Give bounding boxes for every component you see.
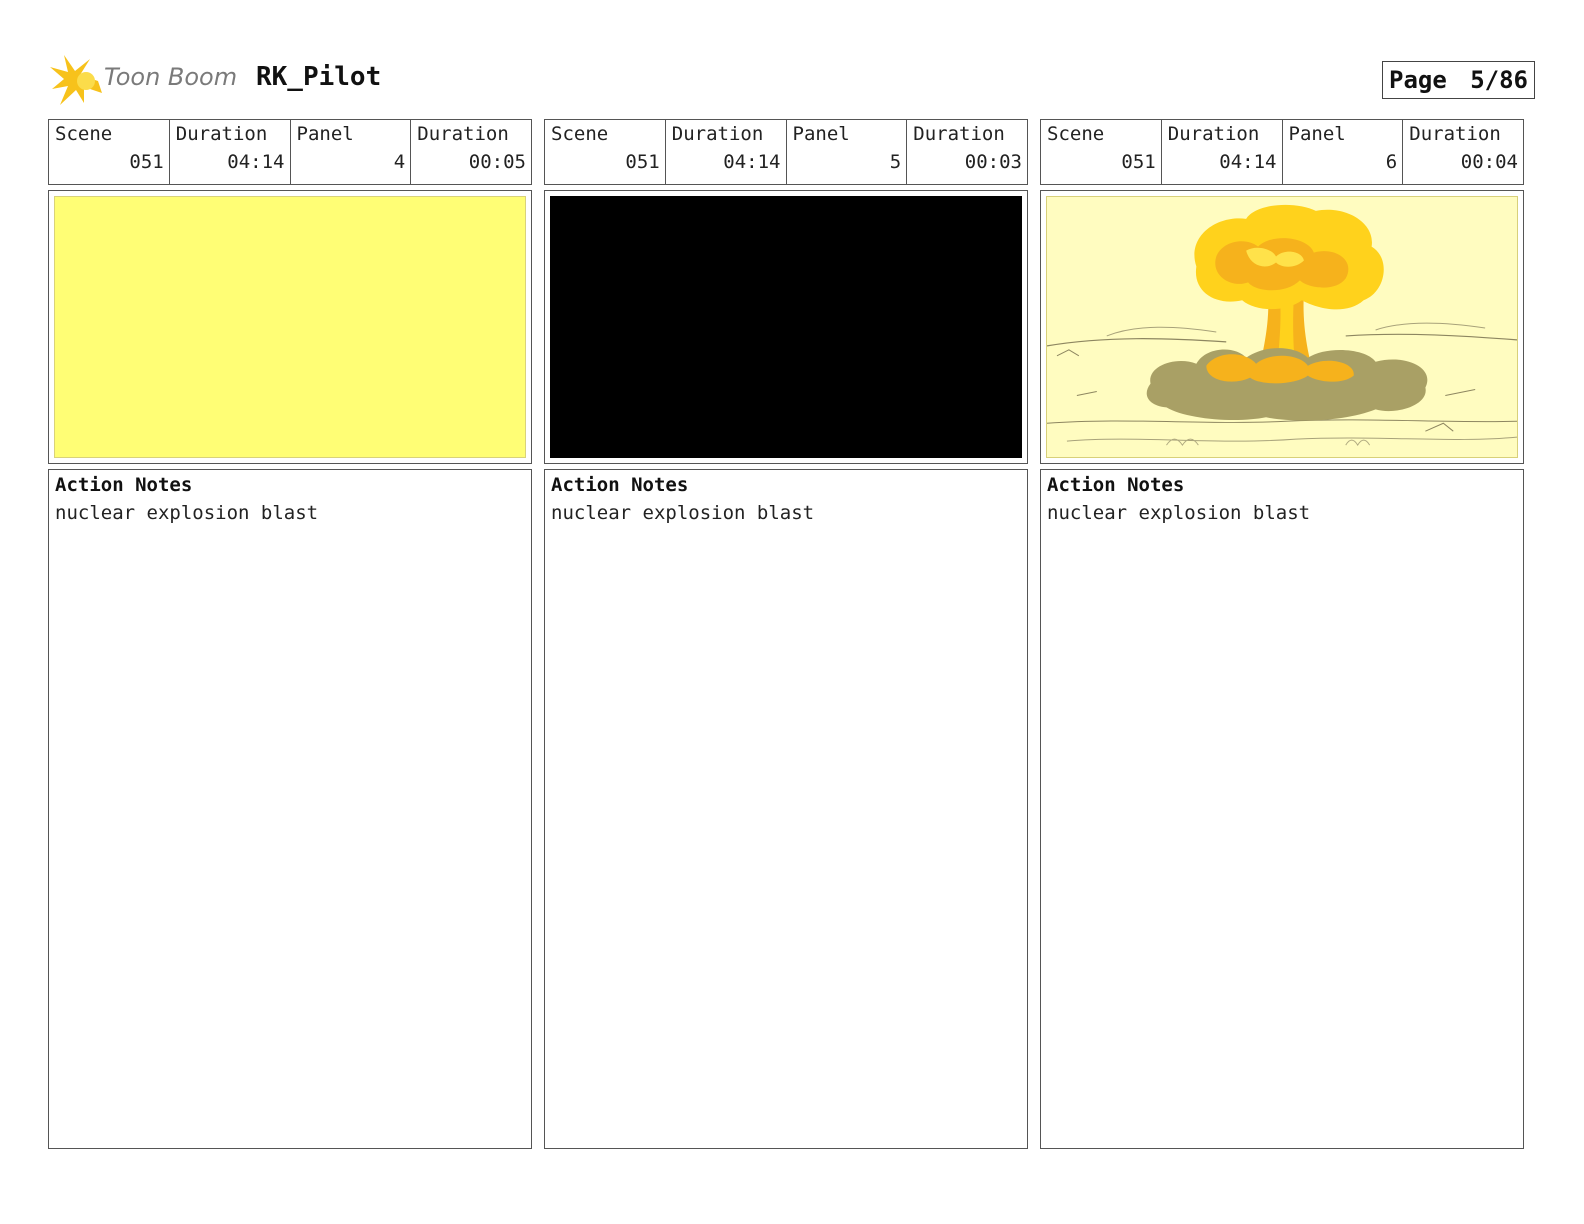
- panel-label: Panel: [792, 123, 850, 145]
- panel-cell: Panel 6: [1283, 120, 1404, 184]
- panel-number: 6: [1385, 151, 1398, 173]
- duration-label: Duration: [913, 123, 1005, 145]
- panel-info-row: Scene 051 Duration 04:14 Panel 4 Duratio…: [48, 119, 532, 185]
- panel-duration-cell: Duration 00:03: [907, 120, 1027, 184]
- project-title: RK_Pilot: [256, 62, 382, 92]
- scene-number: 051: [129, 151, 164, 173]
- scene-cell: Scene 051: [545, 120, 666, 184]
- panel-number: 4: [393, 151, 406, 173]
- frame-image-black: [550, 196, 1022, 458]
- scene-cell: Scene 051: [49, 120, 170, 184]
- panel-duration-cell: Duration 00:05: [411, 120, 531, 184]
- action-notes-text: nuclear explosion blast: [551, 502, 815, 524]
- action-notes-text: nuclear explosion blast: [1047, 502, 1311, 524]
- scene-cell: Scene 051: [1041, 120, 1162, 184]
- mushroom-cloud-drawing: [1047, 204, 1517, 447]
- page-number: 5/86: [1470, 66, 1528, 94]
- panel-cell: Panel 5: [787, 120, 908, 184]
- duration-label: Duration: [417, 123, 509, 145]
- panel-frame[interactable]: [544, 190, 1028, 464]
- panel-duration-cell: Duration 00:04: [1403, 120, 1523, 184]
- panel-label: Panel: [1288, 123, 1346, 145]
- action-notes-heading: Action Notes: [551, 474, 689, 496]
- duration-label: Duration: [1409, 123, 1501, 145]
- action-notes-box[interactable]: Action Notes nuclear explosion blast: [1040, 469, 1524, 1149]
- scene-duration-cell: Duration 04:14: [170, 120, 291, 184]
- action-notes-box[interactable]: Action Notes nuclear explosion blast: [544, 469, 1028, 1149]
- action-notes-box[interactable]: Action Notes nuclear explosion blast: [48, 469, 532, 1149]
- duration-label: Duration: [1167, 123, 1260, 145]
- page-header: Toon Boom RK_Pilot Page 5/86: [0, 0, 1584, 110]
- panel-info-row: Scene 051 Duration 04:14 Panel 6 Duratio…: [1040, 119, 1524, 185]
- panel-number: 5: [889, 151, 902, 173]
- panel-frame[interactable]: [48, 190, 532, 464]
- frame-image-yellow: [54, 196, 526, 458]
- scene-label: Scene: [551, 123, 609, 145]
- panel-duration: 00:03: [964, 151, 1022, 173]
- page-indicator: Page 5/86: [1382, 61, 1535, 99]
- frame-image-explosion: [1046, 196, 1518, 458]
- scene-duration: 04:14: [227, 151, 285, 173]
- logo-text: Toon Boom: [104, 63, 238, 91]
- scene-label: Scene: [55, 123, 113, 145]
- action-notes-heading: Action Notes: [55, 474, 193, 496]
- starburst-icon: [50, 55, 102, 105]
- panel-duration: 00:04: [1460, 151, 1518, 173]
- action-notes-heading: Action Notes: [1047, 474, 1185, 496]
- duration-label: Duration: [175, 123, 268, 145]
- duration-label: Duration: [671, 123, 764, 145]
- panel-info-row: Scene 051 Duration 04:14 Panel 5 Duratio…: [544, 119, 1028, 185]
- scene-duration-cell: Duration 04:14: [666, 120, 787, 184]
- scene-number: 051: [625, 151, 660, 173]
- panel-frame[interactable]: [1040, 190, 1524, 464]
- panel-label: Panel: [296, 123, 354, 145]
- action-notes-text: nuclear explosion blast: [55, 502, 319, 524]
- scene-duration: 04:14: [1219, 151, 1277, 173]
- scene-duration: 04:14: [723, 151, 781, 173]
- scene-number: 051: [1121, 151, 1156, 173]
- scene-label: Scene: [1047, 123, 1105, 145]
- panel-duration: 00:05: [468, 151, 526, 173]
- page-label: Page: [1389, 66, 1447, 94]
- toon-boom-logo: Toon Boom: [50, 55, 240, 107]
- panel-cell: Panel 4: [291, 120, 412, 184]
- scene-duration-cell: Duration 04:14: [1162, 120, 1283, 184]
